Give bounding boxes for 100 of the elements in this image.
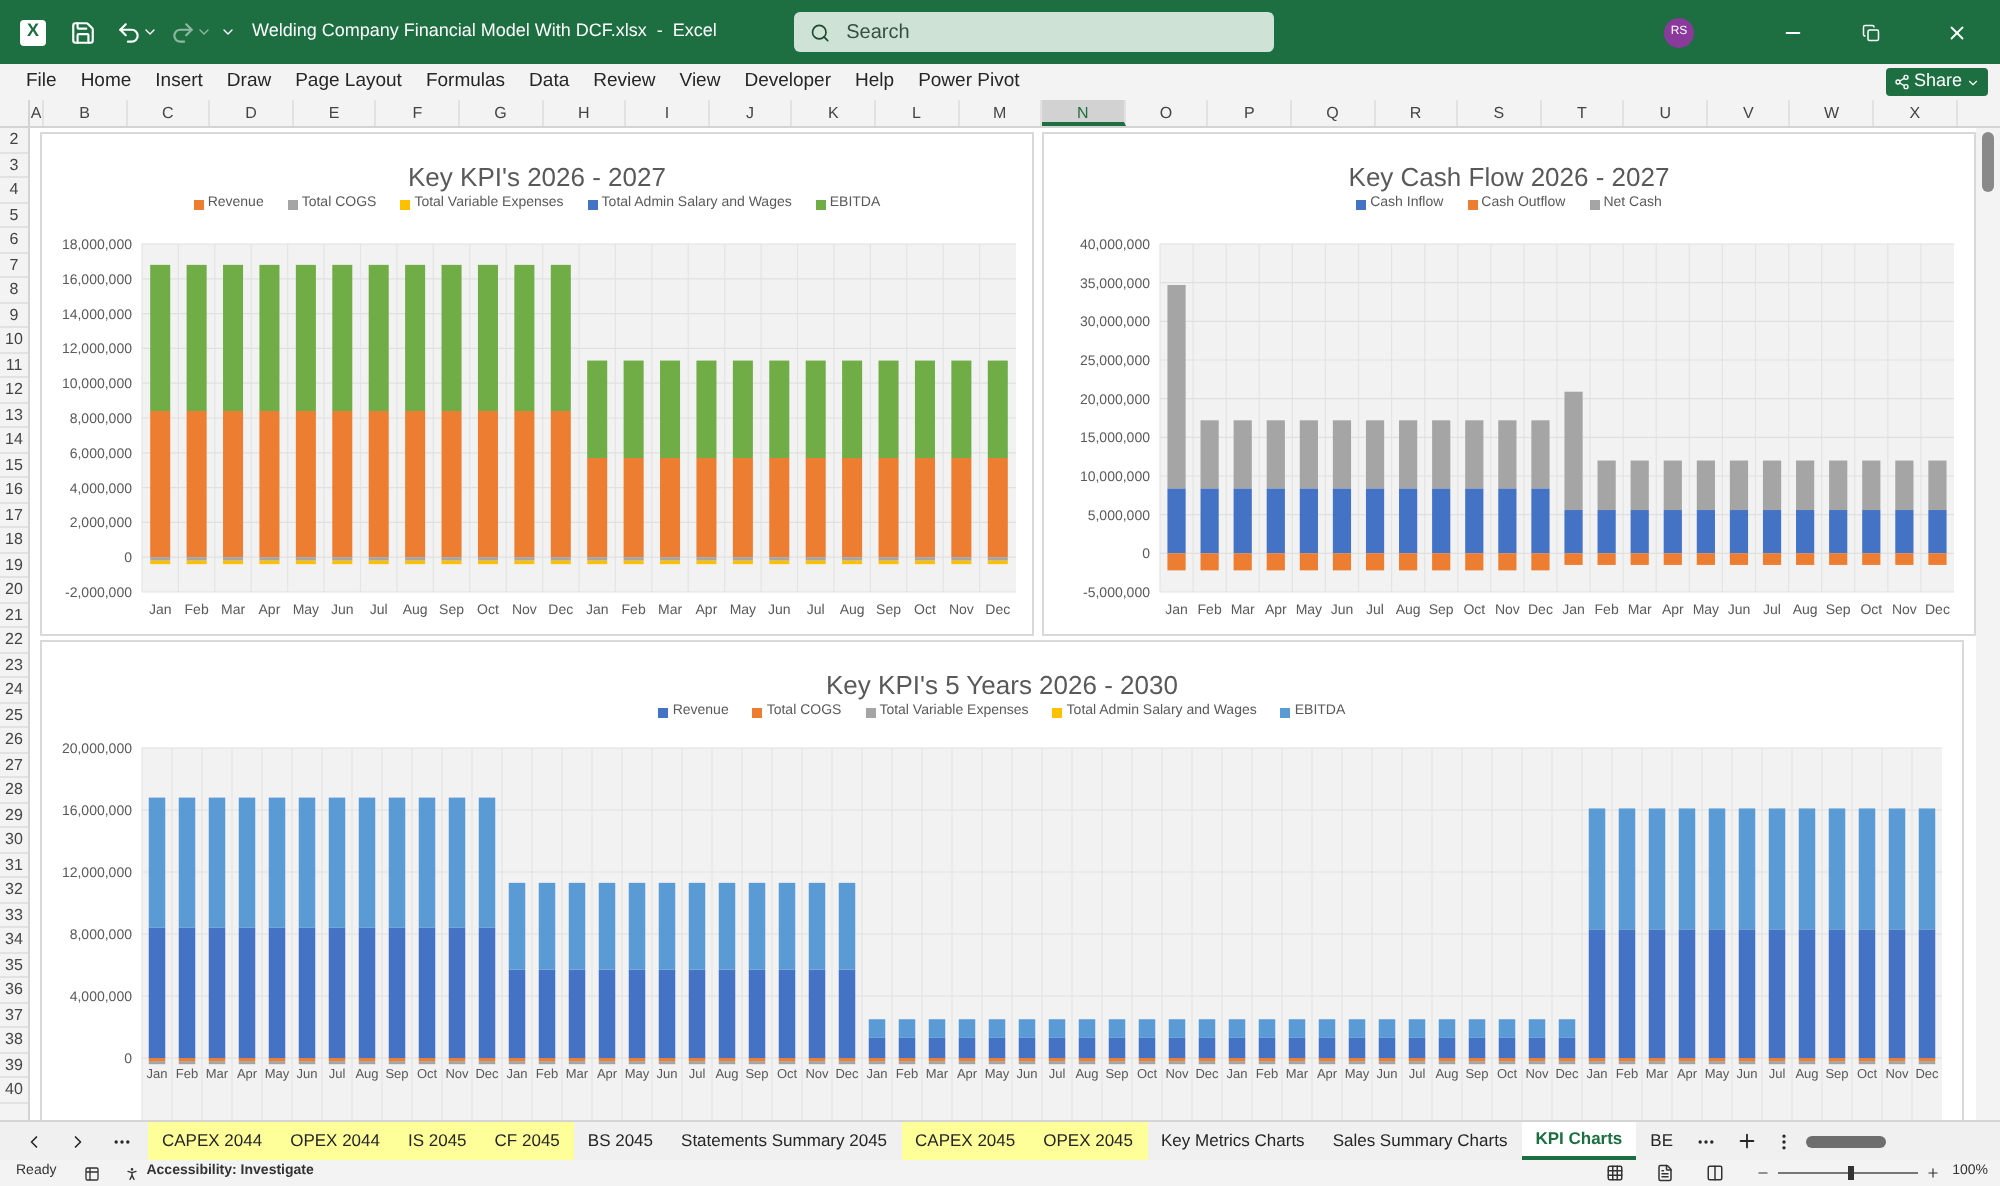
column-header[interactable]: C — [127, 100, 211, 126]
menu-tab[interactable]: Help — [855, 67, 895, 97]
zoom-out-icon[interactable] — [1756, 1166, 1771, 1180]
column-header[interactable]: F — [376, 100, 460, 126]
row-header[interactable]: 34 — [0, 928, 28, 953]
row-header[interactable]: 38 — [0, 1028, 28, 1053]
app-icon[interactable]: X — [20, 19, 46, 45]
menu-tab[interactable]: Insert — [155, 67, 203, 97]
column-header[interactable]: Q — [1291, 100, 1375, 126]
sheet-tab[interactable]: Sales Summary Charts — [1318, 1122, 1522, 1160]
sheet-tab[interactable]: CAPEX 2044 — [148, 1122, 277, 1160]
zoom-slider[interactable] — [1778, 1166, 1919, 1180]
row-header[interactable]: 15 — [0, 453, 28, 478]
menu-tab[interactable]: Home — [80, 67, 132, 97]
row-header[interactable]: 9 — [0, 303, 28, 328]
row-header[interactable]: 23 — [0, 653, 28, 678]
row-header[interactable]: 16 — [0, 478, 28, 503]
row-header[interactable]: 20 — [0, 578, 28, 603]
row-header[interactable]: 29 — [0, 803, 28, 828]
normal-view-icon[interactable] — [1606, 1164, 1625, 1182]
menu-tab[interactable]: File — [26, 67, 57, 97]
restore-icon[interactable] — [1862, 23, 1880, 41]
row-header[interactable]: 30 — [0, 828, 28, 853]
horizontal-scrollbar[interactable] — [1805, 1133, 1886, 1149]
column-header[interactable]: N — [1042, 100, 1126, 126]
column-header[interactable]: D — [210, 100, 294, 126]
sheet-tab[interactable]: CF 2045 — [480, 1122, 574, 1160]
row-header[interactable]: 18 — [0, 528, 28, 553]
row-header[interactable]: 11 — [0, 353, 28, 378]
sheet-tab[interactable]: OPEX 2044 — [276, 1122, 394, 1160]
column-header[interactable]: R — [1375, 100, 1459, 126]
menu-tab[interactable]: Formulas — [425, 67, 506, 97]
share-button[interactable]: Share — [1885, 68, 1988, 96]
column-header[interactable]: S — [1458, 100, 1542, 126]
column-header[interactable]: I — [626, 100, 710, 126]
column-header[interactable]: E — [293, 100, 377, 126]
row-header[interactable]: 40 — [0, 1078, 28, 1103]
column-header[interactable]: O — [1125, 100, 1209, 126]
menu-tab[interactable]: View — [679, 67, 721, 97]
sheet-tab[interactable]: OPEX 2045 — [1029, 1122, 1148, 1160]
row-header[interactable]: 6 — [0, 228, 28, 253]
row-header[interactable]: 28 — [0, 778, 28, 803]
page-break-icon[interactable] — [1706, 1164, 1725, 1182]
menu-tab[interactable]: Draw — [226, 67, 272, 97]
sheet-tab[interactable]: CAPEX 2045 — [901, 1122, 1030, 1160]
row-header[interactable]: 2 — [0, 128, 28, 153]
customize-icon[interactable] — [220, 24, 236, 40]
sheet-tab[interactable]: IS 2045 — [393, 1122, 481, 1160]
sheet-tab[interactable]: BE — [1636, 1122, 1688, 1160]
column-header[interactable]: T — [1541, 100, 1625, 126]
row-header[interactable]: 31 — [0, 853, 28, 878]
sheet-tab[interactable]: BS 2045 — [573, 1122, 668, 1160]
row-header[interactable]: 25 — [0, 703, 28, 728]
row-header[interactable]: 36 — [0, 978, 28, 1003]
search-field[interactable]: Search — [794, 12, 1274, 52]
save-icon[interactable] — [70, 19, 96, 45]
sheet-tab[interactable]: Key Metrics Charts — [1147, 1122, 1319, 1160]
row-header[interactable]: 39 — [0, 1053, 28, 1078]
row-header[interactable]: 10 — [0, 328, 28, 353]
row-header[interactable]: 27 — [0, 753, 28, 778]
row-header[interactable]: 3 — [0, 153, 28, 178]
column-header[interactable]: B — [44, 100, 128, 126]
column-header[interactable]: J — [709, 100, 793, 126]
row-header[interactable]: 13 — [0, 403, 28, 428]
row-header[interactable]: 12 — [0, 378, 28, 403]
slider-thumb[interactable] — [1848, 1166, 1855, 1180]
row-header[interactable]: 33 — [0, 903, 28, 928]
sheet-tab[interactable]: Statements Summary 2045 — [667, 1122, 902, 1160]
column-header[interactable]: W — [1790, 100, 1875, 126]
column-header[interactable]: X — [1874, 100, 1958, 126]
row-header[interactable]: 8 — [0, 278, 28, 303]
search-input[interactable]: Search — [846, 17, 1258, 47]
row-header[interactable]: 21 — [0, 603, 28, 628]
row-header[interactable]: 17 — [0, 503, 28, 528]
column-header[interactable]: U — [1624, 100, 1708, 126]
menu-tab[interactable]: Page Layout — [295, 67, 402, 97]
column-header[interactable]: L — [875, 100, 960, 126]
row-header[interactable]: 14 — [0, 428, 28, 453]
row-header[interactable]: 35 — [0, 953, 28, 978]
row-header[interactable]: 24 — [0, 678, 28, 703]
row-header[interactable]: 19 — [0, 553, 28, 578]
column-header[interactable]: V — [1707, 100, 1791, 126]
row-header[interactable]: 22 — [0, 628, 28, 653]
row-header[interactable]: 37 — [0, 1003, 28, 1028]
row-header[interactable]: 26 — [0, 728, 28, 753]
menu-tab[interactable]: Review — [593, 67, 656, 97]
column-header[interactable]: A — [30, 100, 44, 126]
close-icon[interactable] — [1946, 21, 1968, 43]
caret-icon[interactable] — [142, 24, 158, 40]
menu-tab[interactable]: Power Pivot — [918, 67, 1020, 97]
person-icon[interactable] — [124, 1165, 141, 1181]
row-header[interactable]: 32 — [0, 878, 28, 903]
column-header[interactable]: K — [792, 100, 876, 126]
add-sheet-icon[interactable] — [1735, 1130, 1758, 1152]
row-header[interactable]: 4 — [0, 178, 28, 203]
row-header[interactable]: 7 — [0, 253, 28, 278]
menu-tab[interactable]: Data — [529, 67, 570, 97]
row-header[interactable]: 5 — [0, 203, 28, 228]
sheet-icon[interactable] — [84, 1165, 101, 1181]
sheet-tab[interactable]: KPI Charts — [1521, 1122, 1637, 1160]
